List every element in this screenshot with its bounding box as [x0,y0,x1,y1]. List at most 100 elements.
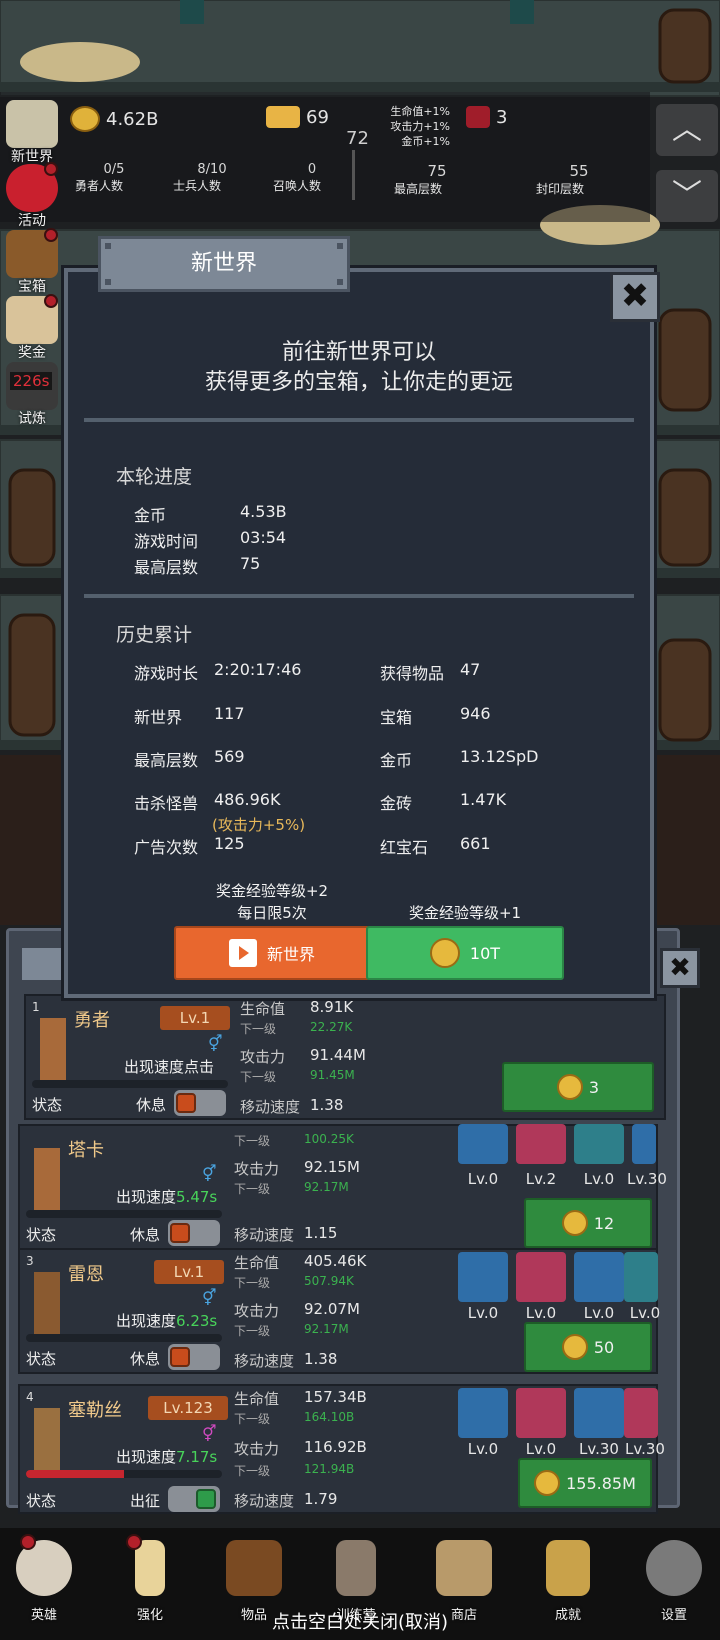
dialog-title: 新世界 [190,251,257,276]
upgrade-button[interactable]: 50 [524,1322,652,1372]
coin-icon [429,938,460,968]
hero-panel-tab [22,948,70,980]
gold-bar-value: 69 [306,106,329,128]
coin-icon [561,1334,588,1360]
side-menu-chest[interactable]: 宝箱 [0,226,64,295]
hero-row[interactable]: 塔卡 ⚥ 出现速度5.47s 状态 休息 下一级 100.25K 攻击力 92.… [18,1124,667,1250]
sword-equip-icon[interactable] [458,1124,508,1164]
dialog-close-button[interactable]: ✖ [610,272,660,322]
hero-hp-bar [26,1470,222,1478]
hero-sprite [40,1018,66,1084]
deploy-toggle[interactable] [168,1486,220,1512]
fire-equip-icon[interactable] [624,1388,658,1438]
left-caption-1: 奖金经验等级+2 [215,882,329,900]
counter-max-floor: 75 最高层数 [393,162,447,196]
atk-value: 92.07M [304,1300,360,1318]
upgrade-button[interactable]: 12 [524,1198,652,1248]
gold-bar-icon [266,106,300,128]
scroll-down-button[interactable]: ﹀ [656,170,718,222]
sword-equip-icon[interactable] [458,1252,508,1302]
move-value: 1.15 [304,1224,338,1242]
left-caption-2: 每日限5次 [237,904,307,922]
hero-row[interactable]: 1 勇者 Lv.1 ⚥ 出现速度点击 状态 休息 生命值 8.91K 下一级 2… [24,994,666,1120]
bonus-list: 生命值+1% 攻击力+1% 金币+1% [390,105,450,148]
new-world-ad-button[interactable]: 新世界 [174,926,370,980]
trial-timer: 226s [10,372,53,390]
right-caption: 奖金经验等级+1 [408,904,522,922]
hero-row[interactable]: 3 雷恩 Lv.1 ⚥ 出现速度6.23s 状态 休息 生命值 405.46K … [18,1248,660,1374]
move-value: 1.79 [304,1490,338,1508]
status-bar: 4.62B 69 3 72 0/5 勇者人数 8/10 士兵人数 0 召唤人数 … [0,92,650,222]
hero-sprite [34,1148,60,1214]
deploy-toggle[interactable] [168,1220,220,1246]
level-badge: Lv.123 [148,1396,228,1420]
dialog-title-tab: 新世界 [98,236,350,292]
coin-icon [70,106,100,132]
video-play-icon [228,939,257,967]
gold-value: 4.62B [106,108,159,130]
hero-name: 勇者 [74,1010,110,1031]
book-icon [226,1540,282,1596]
round-progress-title: 本轮进度 [116,466,193,488]
side-menu-new-world[interactable]: 新世界 [0,96,64,165]
close-icon: ✖ [669,953,691,983]
counter-heroes: 0/5 勇者人数 [74,162,125,193]
notification-dot [44,162,58,176]
hero-sprite [34,1408,60,1474]
move-value: 1.38 [304,1350,338,1368]
chevron-up-icon: ︿ [672,112,702,147]
gender-icon: ⚥ [202,1424,217,1443]
close-hint[interactable]: 点击空白处关闭(取消) [0,1608,720,1634]
hero-name: 雷恩 [68,1264,104,1285]
side-menu-bonus[interactable]: 奖金 [0,292,64,361]
upgrade-button[interactable]: 155.85M [518,1458,652,1508]
boots-equip-icon[interactable] [574,1124,624,1164]
round-time-value: 03:54 [240,528,287,547]
lantern-icon [336,1540,376,1596]
accessory-equip-icon[interactable] [632,1124,656,1164]
beer-mug-icon [436,1540,492,1596]
atk-value: 116.92B [304,1438,367,1456]
notification-dot [20,1534,36,1550]
notification-dot [126,1534,142,1550]
level-badge: Lv.1 [154,1260,224,1284]
deploy-toggle[interactable] [174,1090,226,1116]
atk-value: 91.44M [310,1046,366,1064]
coin-icon [556,1074,583,1100]
divider [352,150,355,200]
ruby-value: 3 [496,106,508,128]
creature-equip-icon[interactable] [624,1252,658,1302]
round-gold-value: 4.53B [240,502,287,521]
coin-icon [561,1210,588,1236]
side-menu-event[interactable]: 活动 [0,160,64,229]
intro-line-2: 获得更多的宝箱，让你走的更远 [204,370,513,395]
new-world-gold-button[interactable]: 10T [366,926,564,980]
spawn-speed: 出现速度6.23s [116,1312,218,1330]
counter-summons: 0 召唤人数 [272,162,321,193]
round-floor-value: 75 [240,554,261,573]
monster-equip-icon[interactable] [516,1388,566,1438]
coin-icon [534,1470,561,1496]
hero-name: 塔卡 [68,1140,104,1161]
deploy-toggle[interactable] [168,1344,220,1370]
upgrade-button[interactable]: 3 [502,1062,654,1112]
boots-equip-icon[interactable] [574,1388,624,1438]
ruby-icon [466,106,490,128]
hero-panel-close-button[interactable]: ✖ [660,948,700,988]
ruby-resource: 3 [466,106,507,128]
kill-bonus-note: (攻击力+5%) [212,816,306,834]
side-menu-trial[interactable]: 226s 试炼 [0,358,64,427]
gender-icon: ⚥ [202,1288,217,1307]
blade-equip-icon[interactable] [516,1252,566,1302]
hero-name: 塞勒丝 [68,1400,122,1421]
candle-icon [135,1540,165,1596]
shield-equip-icon[interactable] [458,1388,508,1438]
scroll-up-button[interactable]: ︿ [656,104,718,156]
hero-row[interactable]: 4 塞勒丝 Lv.123 ⚥ 出现速度7.17s 状态 出征 生命值 157.3… [18,1384,665,1514]
level-badge: Lv.1 [160,1006,230,1030]
armor-equip-icon[interactable] [516,1124,566,1164]
scroll-map-icon [6,100,58,148]
notification-dot [44,228,58,242]
key-icon [546,1540,590,1596]
boots-equip-icon[interactable] [574,1252,624,1302]
